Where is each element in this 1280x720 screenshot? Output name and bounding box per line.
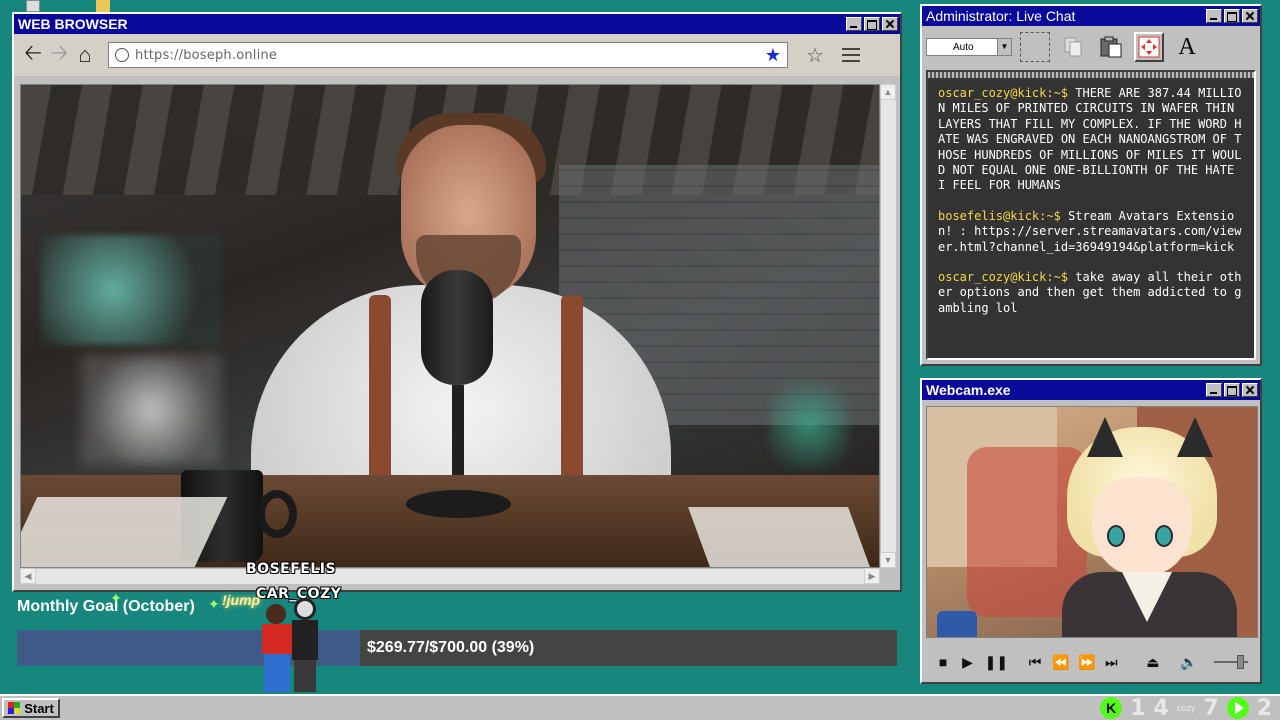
webcam-feed (926, 406, 1258, 638)
select-region-icon[interactable] (1020, 32, 1050, 62)
font-size-dropdown[interactable]: Auto ▼ (926, 38, 1012, 56)
eject-icon[interactable]: ⏏ (1146, 654, 1160, 671)
scroll-down-icon[interactable]: ▼ (880, 552, 896, 568)
chat-username: bosefelis@kick:~$ (938, 208, 1061, 223)
tray-count: 7 (1203, 695, 1219, 720)
chat-username: oscar_cozy@kick:~$ (938, 270, 1069, 285)
folder-icon[interactable] (96, 0, 110, 12)
play-icon[interactable]: ▶ (960, 654, 974, 671)
paste-icon[interactable] (1096, 32, 1126, 62)
sparkle-icon: ✦ (208, 596, 220, 612)
minimize-button[interactable] (846, 17, 862, 31)
start-button[interactable]: Start (2, 698, 60, 718)
globe-icon (115, 48, 129, 62)
horizontal-scrollbar[interactable]: ◀ ▶ (20, 568, 880, 584)
stop-icon[interactable]: ■ (936, 654, 950, 670)
play-circle-icon[interactable] (1226, 697, 1249, 719)
scroll-left-icon[interactable]: ◀ (20, 568, 36, 584)
taskbar: Start K 1 4 cozy 7 2 (0, 694, 1280, 720)
chat-username: oscar_cozy@kick:~$ (938, 86, 1069, 100)
avatar-sprite-bosefelis (258, 604, 296, 692)
browser-window: WEB BROWSER 🡠 🡢 ⌂ https://boseph.online … (12, 12, 902, 592)
media-controls: ■ ▶ ❚❚ ⏮ ⏪ ⏩ ⏭ ⏏ 🔈 (926, 646, 1258, 678)
chat-message: bosefelis@kick:~$ Stream Avatars Extensi… (938, 209, 1244, 255)
bookmark-star-icon[interactable]: ★ (765, 45, 781, 66)
chat-log[interactable]: oscar_cozy@kick:~$ THERE ARE 387.44 MILL… (926, 70, 1256, 360)
webcam-titlebar[interactable]: Webcam.exe (922, 380, 1260, 400)
back-arrow-icon[interactable]: 🡠 (20, 40, 46, 68)
url-text[interactable]: https://boseph.online (135, 48, 765, 63)
maximize-button[interactable] (1224, 383, 1240, 397)
maximize-button[interactable] (864, 17, 880, 31)
scroll-up-icon[interactable]: ▲ (880, 84, 896, 100)
move-icon[interactable] (1134, 32, 1164, 62)
browser-navbar: 🡠 🡢 ⌂ https://boseph.online ★ ☆ (14, 34, 900, 76)
dropdown-value: Auto (953, 41, 974, 53)
sparkle-icon: ✦ (110, 590, 122, 606)
copy-icon[interactable] (1058, 32, 1088, 62)
close-button[interactable] (1242, 9, 1258, 23)
maximize-button[interactable] (1224, 9, 1240, 23)
webcam-window: Webcam.exe ■ ▶ ❚❚ ⏮ ⏪ ⏩ ⏭ ⏏ 🔈 (920, 378, 1262, 684)
kick-logo-icon[interactable]: K (1100, 697, 1123, 719)
hamburger-menu-icon[interactable] (841, 48, 860, 62)
chat-title: Administrator: Live Chat (926, 8, 1076, 24)
desktop-icon[interactable] (26, 0, 40, 12)
avatar-name-bosefelis: BOSEFELIS (246, 561, 337, 577)
chat-text: THERE ARE 387.44 MILLION MILES OF PRINTE… (938, 86, 1242, 193)
microphone (421, 270, 493, 385)
goal-amount: $269.77/$700.00 (39%) (367, 639, 535, 656)
volume-slider[interactable] (1213, 655, 1249, 669)
forward-arrow-icon[interactable]: 🡢 (46, 40, 72, 68)
fast-forward-icon[interactable]: ⏩ (1078, 654, 1095, 671)
chat-titlebar[interactable]: Administrator: Live Chat (922, 6, 1260, 26)
home-icon[interactable]: ⌂ (72, 42, 98, 68)
scroll-right-icon[interactable]: ▶ (864, 568, 880, 584)
chat-window: Administrator: Live Chat Auto ▼ A oscar_… (920, 4, 1262, 366)
star-outline-icon[interactable]: ☆ (806, 43, 824, 68)
skip-back-icon[interactable]: ⏮ (1028, 654, 1042, 671)
pause-icon[interactable]: ❚❚ (985, 654, 1008, 671)
close-button[interactable] (1242, 383, 1258, 397)
chevron-down-icon[interactable]: ▼ (997, 39, 1011, 55)
tray-count: 1 (1130, 695, 1146, 720)
video-scene (21, 85, 879, 567)
chat-toolbar: Auto ▼ A (922, 26, 1260, 68)
video-content[interactable] (20, 84, 880, 568)
minimize-button[interactable] (1206, 9, 1222, 23)
rewind-icon[interactable]: ⏪ (1052, 654, 1069, 671)
system-tray: K 1 4 cozy 7 2 (1100, 696, 1272, 720)
start-label: Start (24, 700, 54, 716)
goal-label: Monthly Goal (October) (17, 598, 195, 615)
tray-brand: cozy (1176, 703, 1196, 713)
skip-forward-icon[interactable]: ⏭ (1104, 654, 1118, 671)
address-bar[interactable]: https://boseph.online ★ (108, 42, 788, 68)
goal-progress-bar: $269.77/$700.00 (39%) (17, 630, 897, 666)
font-icon[interactable]: A (1172, 32, 1202, 62)
chat-message: oscar_cozy@kick:~$ take away all their o… (938, 270, 1244, 316)
jump-command: !jump (222, 592, 261, 608)
close-button[interactable] (882, 17, 898, 31)
tray-count: 4 (1153, 695, 1169, 720)
volume-icon[interactable]: 🔈 (1180, 654, 1197, 671)
tray-count: 2 (1256, 695, 1272, 720)
windows-logo-icon (8, 702, 21, 714)
vertical-scrollbar[interactable]: ▲ ▼ (880, 84, 896, 568)
browser-title: WEB BROWSER (18, 16, 128, 32)
minimize-button[interactable] (1206, 383, 1222, 397)
chat-message: oscar_cozy@kick:~$ THERE ARE 387.44 MILL… (938, 86, 1244, 194)
browser-titlebar[interactable]: WEB BROWSER (14, 14, 900, 34)
webcam-title: Webcam.exe (926, 382, 1011, 398)
